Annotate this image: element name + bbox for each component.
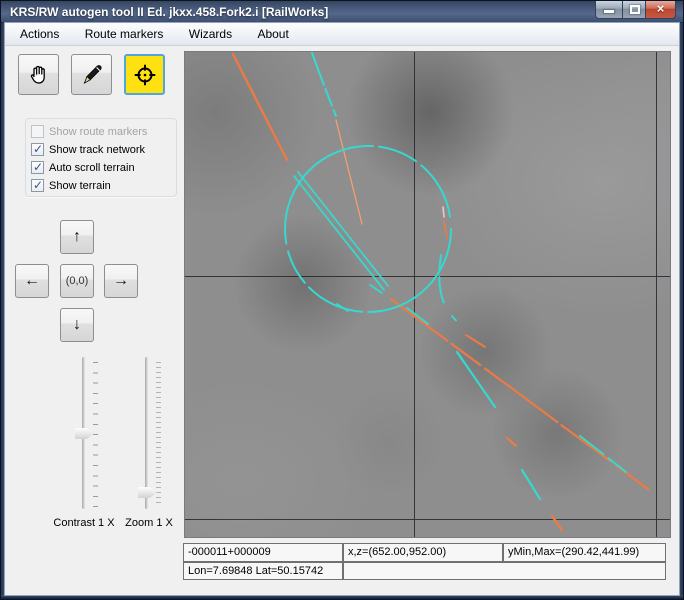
grid-lines bbox=[185, 52, 670, 537]
title-bar[interactable]: KRS/RW autogen tool II Ed. jkxx.458.Fork… bbox=[1, 1, 683, 23]
orange-tracks bbox=[231, 52, 662, 532]
zoom-slider-track[interactable] bbox=[145, 357, 148, 509]
menu-item-actions[interactable]: Actions bbox=[9, 23, 70, 45]
center-origin-button[interactable]: (0,0) bbox=[60, 264, 94, 298]
menu-item-route-markers[interactable]: Route markers bbox=[74, 23, 175, 45]
contrast-slider-thumb[interactable] bbox=[75, 428, 94, 439]
origin-label: (0,0) bbox=[65, 275, 89, 287]
status-offset: -000011+000009 bbox=[183, 543, 343, 562]
window-title: KRS/RW autogen tool II Ed. jkxx.458.Fork… bbox=[10, 5, 329, 19]
status-lonlat: Lon=7.69848 Lat=50.15742 bbox=[183, 562, 343, 580]
checkbox-label: Auto scroll terrain bbox=[49, 161, 135, 174]
checkbox-row-2[interactable]: Auto scroll terrain bbox=[31, 160, 135, 175]
checkbox-label: Show terrain bbox=[49, 179, 111, 192]
pencil-icon bbox=[83, 64, 102, 84]
contrast-slider-label: Contrast 1 X bbox=[53, 517, 115, 529]
zoom-slider-ticks bbox=[156, 362, 161, 507]
close-icon: × bbox=[656, 1, 665, 16]
checkbox-icon[interactable] bbox=[31, 178, 44, 192]
arrow-left-icon: ← bbox=[24, 272, 40, 289]
maximize-icon bbox=[630, 5, 640, 14]
checkbox-row-1[interactable]: Show track network bbox=[31, 142, 145, 157]
caption-buttons: × bbox=[595, 1, 676, 19]
window-frame-bottom bbox=[1, 595, 683, 599]
map-viewport[interactable] bbox=[184, 51, 671, 538]
menu-item-about[interactable]: About bbox=[246, 23, 299, 45]
client-area: Actions Route markers Wizards About Show… bbox=[5, 23, 679, 595]
scroll-down-button[interactable]: ↓ bbox=[60, 308, 94, 342]
minimize-icon bbox=[604, 10, 614, 13]
checkbox-label: Show route markers bbox=[49, 125, 148, 138]
scroll-right-button[interactable]: → bbox=[104, 264, 138, 298]
marker-dash bbox=[442, 206, 445, 218]
arrow-right-icon: → bbox=[113, 272, 129, 289]
contrast-slider-ticks bbox=[93, 362, 98, 507]
checkbox-row-0[interactable]: Show route markers bbox=[31, 124, 147, 139]
minimize-button[interactable] bbox=[595, 1, 622, 19]
arrow-down-icon: ↓ bbox=[73, 316, 81, 333]
app-window: KRS/RW autogen tool II Ed. jkxx.458.Fork… bbox=[0, 0, 684, 600]
checkbox-icon[interactable] bbox=[31, 142, 44, 156]
pan-tool-button[interactable] bbox=[18, 54, 59, 95]
center-tool-button[interactable] bbox=[124, 54, 165, 95]
hand-icon bbox=[30, 65, 45, 84]
checkbox-label: Show track network bbox=[49, 143, 145, 156]
menu-item-wizards[interactable]: Wizards bbox=[178, 23, 243, 45]
checkbox-row-3[interactable]: Show terrain bbox=[31, 178, 111, 193]
track-network-layer bbox=[185, 52, 670, 537]
maximize-button[interactable] bbox=[622, 1, 646, 19]
arrow-up-icon: ↑ bbox=[73, 228, 81, 245]
zoom-slider-label: Zoom 1 X bbox=[125, 517, 173, 529]
status-yminmax: yMin,Max=(290.42,441.99) bbox=[503, 543, 666, 562]
zoom-slider-thumb[interactable] bbox=[138, 487, 157, 498]
scroll-left-button[interactable]: ← bbox=[15, 264, 49, 298]
window-frame-right bbox=[679, 23, 683, 595]
status-empty bbox=[343, 562, 666, 580]
checkbox-icon[interactable] bbox=[31, 160, 44, 174]
close-button[interactable]: × bbox=[646, 1, 676, 19]
menu-bar: Actions Route markers Wizards About bbox=[5, 23, 679, 46]
scroll-up-button[interactable]: ↑ bbox=[60, 220, 94, 254]
status-xz: x,z=(652.00,952.00) bbox=[343, 543, 503, 562]
crosshair-icon bbox=[134, 64, 155, 85]
edit-tool-button[interactable] bbox=[71, 54, 112, 95]
checkbox-icon[interactable] bbox=[31, 125, 44, 138]
